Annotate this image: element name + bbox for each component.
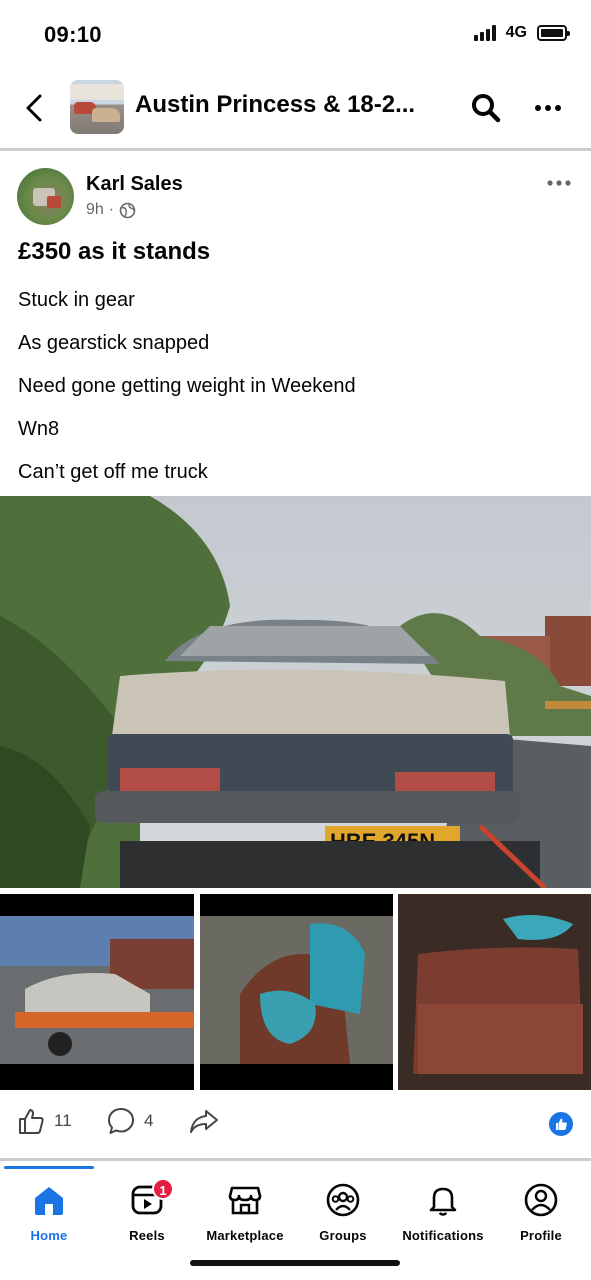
post-time[interactable]: 9h [86, 201, 104, 219]
car-rear-photo: HBE 345N [0, 496, 591, 888]
group-title[interactable]: Austin Princess & 18-2... [135, 91, 415, 119]
marketplace-icon [228, 1186, 262, 1215]
post-line: Stuck in gear [18, 289, 135, 311]
signal-icon [473, 25, 496, 41]
post-author[interactable]: Karl Sales [86, 173, 183, 196]
like-reaction-icon[interactable] [549, 1112, 573, 1136]
tab-reels-label: Reels [129, 1228, 165, 1243]
tab-notifications-label: Notifications [402, 1228, 484, 1243]
tab-groups[interactable]: Groups [294, 1182, 392, 1248]
post-photo-1[interactable] [0, 894, 194, 1090]
header-divider [0, 148, 591, 151]
post-line: As gearstick snapped [18, 332, 210, 354]
profile-icon [524, 1183, 558, 1217]
meta-separator: · [108, 201, 115, 218]
post-more-icon[interactable] [546, 176, 572, 190]
post-line: Need gone getting weight in Weekend [18, 375, 356, 397]
post-photo-2[interactable] [200, 894, 393, 1090]
tab-profile-label: Profile [520, 1228, 562, 1243]
tab-notifications[interactable]: Notifications [394, 1182, 492, 1248]
tab-home-label: Home [30, 1228, 68, 1243]
post-main-photo[interactable]: HBE 345N [0, 496, 591, 888]
tab-home[interactable]: Home [0, 1182, 98, 1248]
post-line: Can’t get off me truck [18, 461, 208, 483]
globe-icon [119, 202, 136, 218]
post-title: £350 as it stands [18, 238, 211, 265]
post-meta: 9h · [86, 201, 136, 219]
back-arrow-icon[interactable] [22, 90, 48, 126]
battery-icon [537, 25, 570, 41]
comment-action[interactable]: 4 [106, 1106, 153, 1136]
comment-icon [108, 1108, 134, 1134]
bell-icon [429, 1187, 457, 1216]
home-indicator [190, 1260, 400, 1266]
comment-count: 4 [144, 1111, 154, 1130]
post-actions: 11 4 [0, 1106, 591, 1146]
tab-reels[interactable]: 1 Reels [98, 1178, 196, 1248]
home-icon [35, 1187, 63, 1215]
post-photo-row [0, 894, 591, 1090]
post-line: Wn8 [18, 418, 60, 440]
tab-groups-label: Groups [319, 1228, 367, 1243]
status-indicators: 4G [473, 24, 570, 42]
reels-badge: 1 [152, 1178, 174, 1200]
tab-marketplace[interactable]: Marketplace [196, 1182, 294, 1248]
group-thumbnail[interactable] [70, 80, 124, 134]
active-tab-indicator [4, 1166, 94, 1169]
status-bar: 09:10 4G [0, 0, 591, 70]
like-count: 11 [54, 1111, 72, 1130]
post-photo-3[interactable] [398, 894, 591, 1090]
like-icon [19, 1109, 44, 1134]
network-type: 4G [505, 24, 527, 41]
more-icon[interactable] [533, 96, 563, 120]
search-icon[interactable] [470, 92, 502, 124]
feed-divider [0, 1158, 591, 1161]
like-action[interactable]: 11 [16, 1106, 72, 1136]
group-header: Austin Princess & 18-2... [0, 70, 591, 148]
tab-profile[interactable]: Profile [492, 1182, 590, 1248]
groups-icon [326, 1183, 360, 1217]
tab-marketplace-label: Marketplace [206, 1228, 284, 1243]
post-header: Karl Sales 9h · [0, 168, 591, 228]
share-icon [190, 1110, 218, 1133]
share-action[interactable] [188, 1106, 220, 1136]
status-time: 09:10 [44, 22, 102, 47]
avatar[interactable] [17, 168, 74, 225]
